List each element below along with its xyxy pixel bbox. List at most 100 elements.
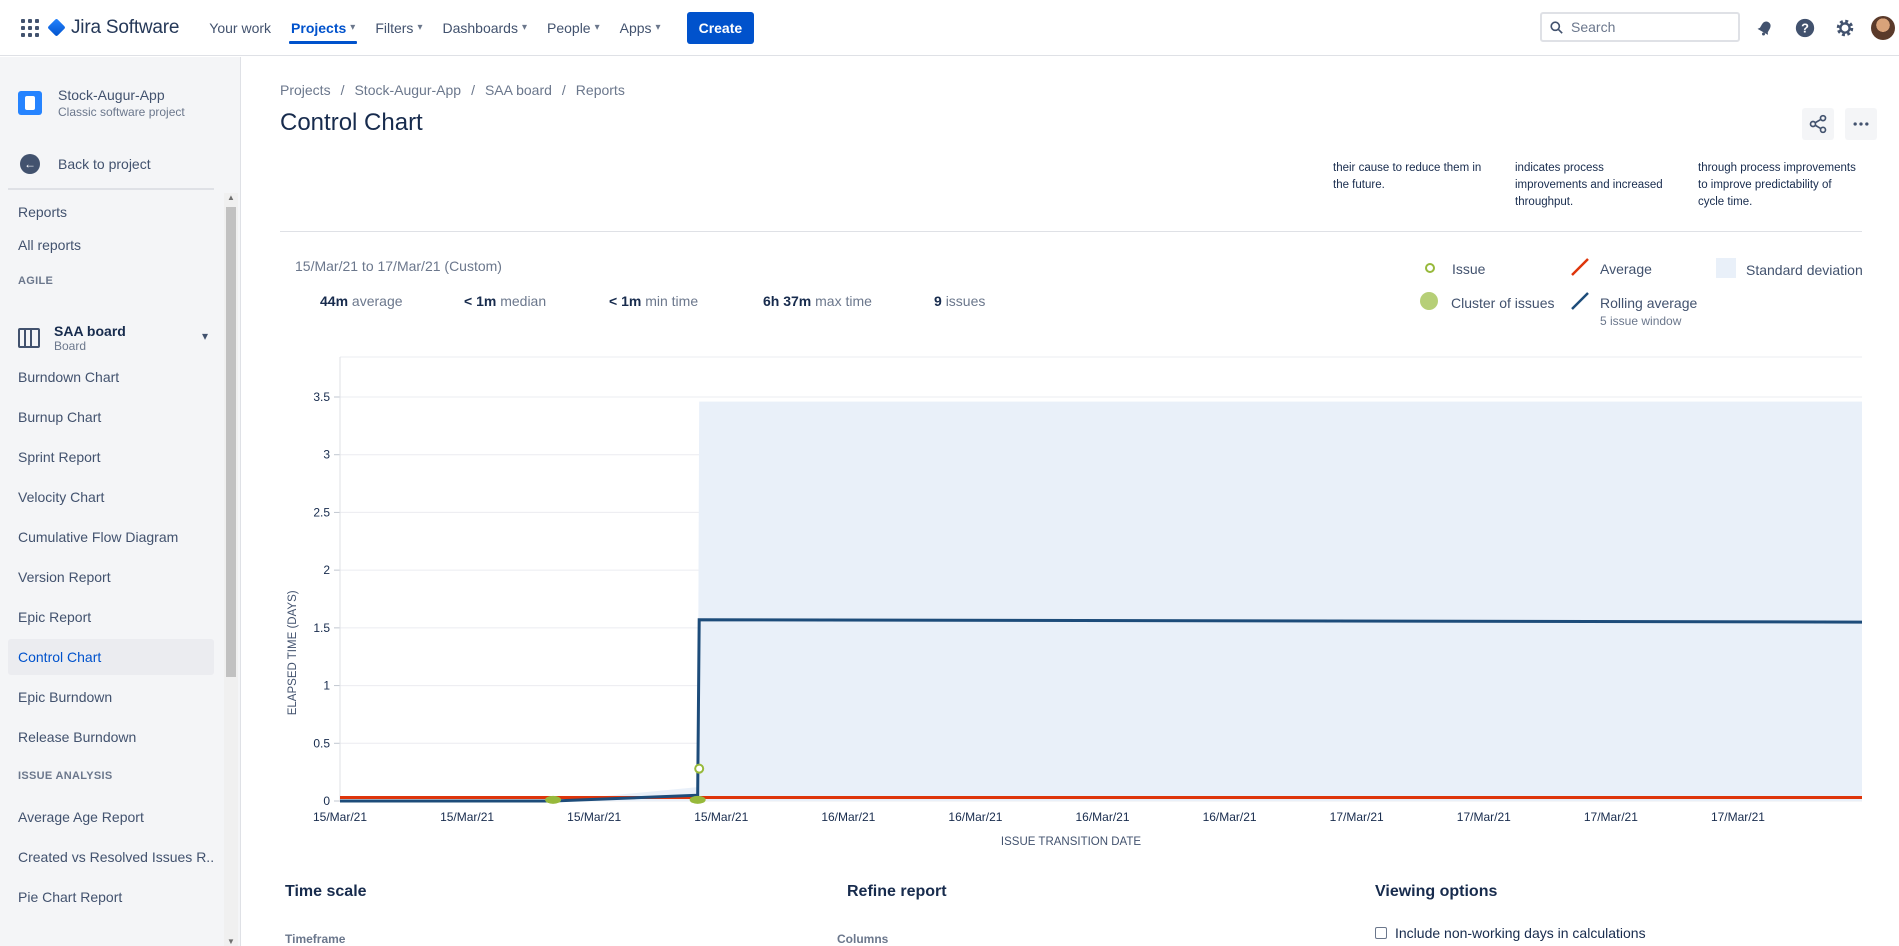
nav-projects[interactable]: Projects ▾ [281,0,365,56]
nav-dashboards[interactable]: Dashboards ▾ [432,0,537,56]
x-axis-title: ISSUE TRANSITION DATE [1001,836,1141,848]
legend-sublabel: 5 issue window [1600,314,1682,328]
app-switcher-icon[interactable] [18,16,42,40]
board-selector[interactable]: SAA board Board ▾ [18,323,208,353]
sidebar-item-burnup-chart[interactable]: Burnup Chart [8,399,214,435]
checkbox-label: Include non-working days in calculations [1395,925,1646,941]
share-icon [1809,114,1827,134]
scroll-up-icon[interactable]: ▲ [227,193,235,202]
sidebar-item-velocity-chart[interactable]: Velocity Chart [8,479,214,515]
sidebar-item-created-vs-resolved[interactable]: Created vs Resolved Issues R... [8,839,214,875]
stat-value: < 1m [609,293,642,309]
sidebar-item-version-report[interactable]: Version Report [8,559,214,595]
y-tick-label: 3 [323,448,330,462]
stddev-swatch-icon [1716,258,1736,278]
jira-diamond-icon [47,18,66,37]
columns-label: Columns [837,932,889,946]
non-working-days-checkbox[interactable] [1375,927,1387,939]
more-actions-button[interactable] [1845,108,1877,140]
sidebar-item-control-chart[interactable]: Control Chart [8,639,214,675]
timeframe-label: Timeframe [285,932,346,946]
nav-your-work[interactable]: Your work [199,0,281,56]
create-button[interactable]: Create [686,11,755,44]
help-icon[interactable]: ? [1789,12,1821,44]
control-chart[interactable]: 0 0.5 1 1.5 2 2.5 3 3.5 15/Mar/21 15/Mar/21 15/Mar… [280,355,1870,855]
stat-label: min time [645,293,699,309]
x-tick-label: 16/Mar/21 [821,810,875,824]
date-range[interactable]: 15/Mar/21 to 17/Mar/21 (Custom) [295,258,502,274]
x-tick-label: 15/Mar/21 [313,810,367,824]
sidebar-item-pie-chart[interactable]: Pie Chart Report [8,879,214,915]
nav-label: People [547,19,591,36]
notifications-icon[interactable] [1749,12,1781,44]
back-to-project-link[interactable]: ← Back to project [20,154,151,174]
sidebar-scroll-area: Reports All reports AGILE SAA board Boar… [0,190,241,946]
sidebar-item-all-reports[interactable]: All reports [8,227,214,263]
logo-text: Jira Software [71,16,180,38]
scrollbar-thumb[interactable] [226,207,236,677]
x-tick-label: 15/Mar/21 [440,810,494,824]
y-tick-label: 1.5 [313,621,330,635]
x-tick-label: 17/Mar/21 [1457,810,1511,824]
nav-apps[interactable]: Apps ▾ [610,0,671,56]
stat-min-time: < 1m min time [609,293,698,309]
viewing-options-heading: Viewing options [1375,883,1498,900]
stat-value: 9 [934,293,942,309]
breadcrumb-projects[interactable]: Projects [280,82,331,98]
breadcrumb: Projects / Stock-Augur-App / SAA board / Re… [280,82,625,98]
stat-label: median [500,293,547,309]
sidebar-item-epic-report[interactable]: Epic Report [8,599,214,635]
refine-report-heading: Refine report [847,883,947,900]
breadcrumb-board[interactable]: SAA board [485,82,552,98]
project-type: Classic software project [58,105,185,119]
cluster-marker-icon [1420,292,1438,310]
chevron-down-icon: ▾ [655,22,661,33]
legend-issue[interactable]: Issue [1424,261,1485,277]
legend-label: Average [1600,261,1652,277]
sidebar-group-agile: AGILE [18,275,54,287]
breadcrumb-reports[interactable]: Reports [576,82,625,98]
stat-value: 6h 37m [763,293,812,309]
y-tick-label: 2 [323,563,330,577]
sidebar-item-sprint-report[interactable]: Sprint Report [8,439,214,475]
average-line-icon [1571,258,1589,276]
nav-people[interactable]: People ▾ [537,0,610,56]
sidebar-scrollbar[interactable]: ▲ ▼ [224,193,238,946]
legend-standard-deviation[interactable]: Standard deviation [1716,258,1863,278]
sidebar-heading-reports: Reports [18,204,68,220]
hint-text: through process improvements to improve … [1698,162,1856,208]
share-button[interactable] [1802,108,1834,140]
non-working-days-option[interactable]: Include non-working days in calculations [1375,925,1646,941]
project-sidebar: Stock-Augur-App Classic software project… [0,57,241,946]
legend-cluster[interactable]: Cluster of issues [1419,291,1554,311]
legend-label: Rolling average [1600,295,1698,311]
section-divider [280,231,1862,232]
stat-issues: 9 issues [934,293,985,309]
top-navigation: Jira Software Your work Projects ▾ Filter… [0,0,1899,56]
jira-logo[interactable]: Jira Software [47,16,180,39]
y-tick-label: 2.5 [313,505,330,519]
settings-gear-icon[interactable] [1829,12,1861,44]
breadcrumb-separator: / [561,82,566,98]
project-header[interactable]: Stock-Augur-App Classic software project [18,87,185,119]
sidebar-item-burndown-chart[interactable]: Burndown Chart [8,359,214,395]
stat-label: max time [815,293,872,309]
legend-average[interactable]: Average [1570,257,1652,277]
sidebar-item-release-burndown[interactable]: Release Burndown [8,719,214,755]
sidebar-item-cumulative-flow[interactable]: Cumulative Flow Diagram [8,519,214,555]
rolling-average-line-icon [1571,292,1589,310]
x-tick-label: 17/Mar/21 [1330,810,1384,824]
breadcrumb-project[interactable]: Stock-Augur-App [354,82,461,98]
nav-label: Dashboards [442,19,518,36]
user-avatar[interactable] [1871,16,1895,40]
sidebar-item-epic-burndown[interactable]: Epic Burndown [8,679,214,715]
stat-value: 44m [320,293,349,309]
scroll-down-icon[interactable]: ▼ [227,937,235,946]
x-tick-label: 15/Mar/21 [694,810,748,824]
legend-rolling-average[interactable]: Rolling average 5 issue window [1570,291,1697,328]
search-placeholder: Search [1571,19,1616,35]
sidebar-item-average-age[interactable]: Average Age Report [8,799,214,835]
stat-average: 44m average [320,293,403,309]
nav-filters[interactable]: Filters ▾ [365,0,432,56]
search-input[interactable]: Search [1540,12,1740,42]
